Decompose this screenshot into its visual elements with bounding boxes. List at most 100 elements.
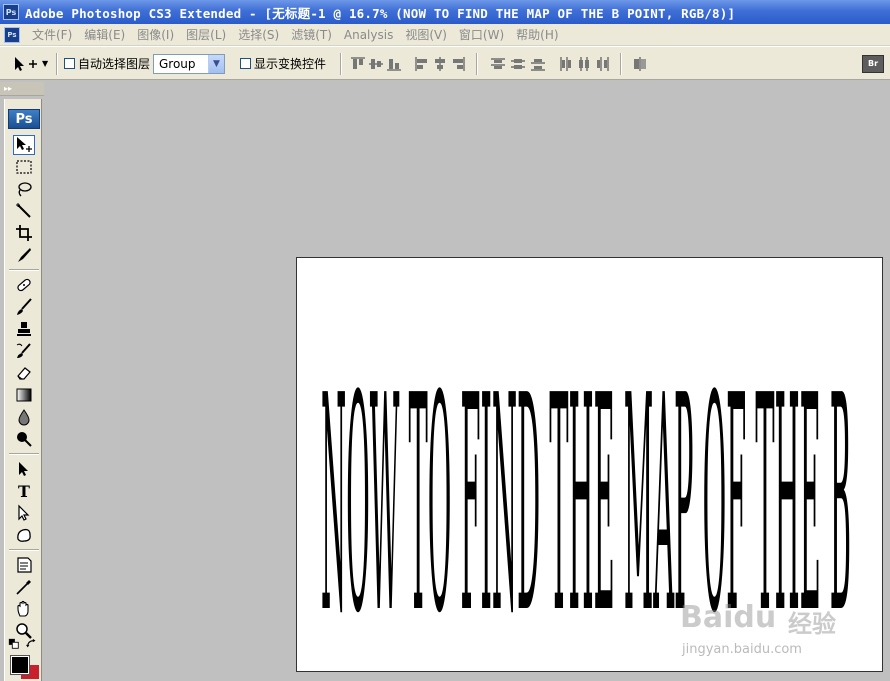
menu-bar: Ps 文件(F) 编辑(E) 图像(I) 图层(L) 选择(S) 滤镜(T) A…: [0, 24, 890, 46]
photoshop-logo[interactable]: Ps: [8, 109, 40, 129]
distribute-top-button[interactable]: [490, 56, 506, 72]
move-tool[interactable]: [13, 135, 35, 155]
distribute-left-icon: [560, 57, 571, 71]
toolbox-separator: [9, 269, 39, 271]
direct-selection-tool[interactable]: [13, 503, 35, 523]
slice-knife-icon: [18, 248, 31, 262]
eyedropper-icon: [16, 580, 31, 595]
bandage-icon: [17, 278, 31, 292]
show-transform-label: 显示变换控件: [254, 57, 327, 71]
default-colors-button[interactable]: [7, 637, 21, 651]
distribute-right-button[interactable]: [594, 56, 610, 72]
healing-brush-tool[interactable]: [13, 275, 35, 295]
clone-stamp-tool[interactable]: [13, 319, 35, 339]
crop-icon: [16, 225, 32, 241]
show-transform-checkbox[interactable]: [240, 58, 251, 69]
magic-wand-icon: [16, 203, 31, 218]
toolbox-grip[interactable]: ▸▸: [0, 82, 44, 96]
foreground-color-swatch[interactable]: [10, 655, 30, 675]
menu-help[interactable]: 帮助(H): [510, 26, 564, 43]
marquee-tool[interactable]: [13, 157, 35, 177]
gradient-tool[interactable]: [13, 385, 35, 405]
auto-align-icon: [634, 57, 646, 71]
menu-filter[interactable]: 滤镜(T): [285, 26, 338, 43]
distribute-hcenter-icon: [579, 57, 589, 71]
auto-select-checkbox[interactable]: [64, 58, 75, 69]
swap-arrow-icon: [26, 638, 36, 648]
dropdown-value: Group: [159, 57, 196, 71]
slice-tool[interactable]: [13, 245, 35, 265]
go-to-bridge-button[interactable]: Br: [862, 47, 884, 80]
dodge-icon: [17, 432, 32, 447]
auto-align-layers-button[interactable]: [632, 56, 648, 72]
menu-edit[interactable]: 编辑(E): [78, 26, 131, 43]
menu-analysis[interactable]: Analysis: [338, 28, 399, 42]
brush-icon: [17, 298, 32, 315]
gradient-icon: [16, 388, 32, 402]
tool-preset-picker[interactable]: ▼: [12, 47, 48, 80]
menu-window[interactable]: 窗口(W): [453, 26, 510, 43]
align-top-edges-button[interactable]: [350, 56, 366, 72]
photoshop-app-icon[interactable]: Ps: [3, 4, 19, 20]
type-tool[interactable]: T: [13, 481, 35, 501]
brush-tool[interactable]: [13, 297, 35, 317]
align-left-edges-button[interactable]: [414, 56, 430, 72]
toolbox-separator: [9, 453, 39, 455]
distribute-bottom-icon: [531, 59, 545, 71]
stamp-icon: [17, 322, 31, 336]
document-icon[interactable]: Ps: [4, 26, 20, 43]
lasso-tool[interactable]: [13, 179, 35, 199]
chevron-down-icon: ▼: [42, 59, 49, 68]
default-colors-icon: [8, 638, 19, 649]
align-horizontal-centers-button[interactable]: [432, 56, 448, 72]
bridge-icon: Br: [862, 54, 884, 73]
crop-tool[interactable]: [13, 223, 35, 243]
lasso-icon: [18, 182, 32, 197]
eyedropper-tool[interactable]: [13, 577, 35, 597]
move-tool-icon: [17, 137, 32, 152]
menu-select[interactable]: 选择(S): [232, 26, 285, 43]
headline-text-layer[interactable]: NOW TO FIND THE MAP OF THE B: [321, 308, 861, 618]
blur-tool[interactable]: [13, 407, 35, 427]
auto-select-target-dropdown[interactable]: Group ▼: [153, 54, 225, 74]
hand-tool[interactable]: [13, 599, 35, 619]
align-right-icon: [453, 57, 465, 71]
water-drop-icon: [18, 409, 30, 426]
menu-image[interactable]: 图像(I): [131, 26, 180, 43]
path-selection-icon: [19, 462, 28, 476]
swap-colors-button[interactable]: [25, 637, 39, 651]
hand-icon: [17, 600, 29, 617]
path-selection-tool[interactable]: [13, 459, 35, 479]
move-tool-icon: [15, 56, 37, 71]
bridge-icon-label: Br: [867, 59, 879, 68]
rectangular-marquee-icon: [16, 160, 32, 174]
align-bottom-icon: [387, 59, 401, 71]
distribute-hcenter-button[interactable]: [576, 56, 592, 72]
distribute-bottom-button[interactable]: [530, 56, 546, 72]
align-right-edges-button[interactable]: [450, 56, 466, 72]
distribute-right-icon: [597, 57, 609, 71]
menu-layer[interactable]: 图层(L): [180, 26, 232, 43]
auto-select-option[interactable]: 自动选择图层: [64, 47, 150, 80]
eraser-tool[interactable]: [13, 363, 35, 383]
document-canvas[interactable]: NOW TO FIND THE MAP OF THE B: [296, 257, 883, 672]
show-transform-option[interactable]: 显示变换控件: [240, 47, 326, 80]
headline-text: NOW TO FIND THE MAP OF THE B: [321, 333, 851, 618]
align-bottom-edges-button[interactable]: [386, 56, 402, 72]
shape-blob-icon: [17, 528, 31, 542]
align-vertical-centers-button[interactable]: [368, 56, 384, 72]
history-brush-icon: [16, 343, 31, 358]
menu-file[interactable]: 文件(F): [26, 26, 78, 43]
align-left-icon: [415, 57, 427, 71]
distribute-vcenter-button[interactable]: [510, 56, 526, 72]
dropdown-arrow-icon: ▼: [208, 55, 224, 73]
menu-view[interactable]: 视图(V): [399, 26, 453, 43]
distribute-left-button[interactable]: [558, 56, 574, 72]
toolbox: Ps T: [4, 99, 42, 681]
custom-shape-tool[interactable]: [13, 525, 35, 545]
notes-tool[interactable]: [13, 555, 35, 575]
auto-select-label: 自动选择图层: [78, 57, 151, 71]
dodge-tool[interactable]: [13, 429, 35, 449]
magic-wand-tool[interactable]: [13, 201, 35, 221]
history-brush-tool[interactable]: [13, 341, 35, 361]
